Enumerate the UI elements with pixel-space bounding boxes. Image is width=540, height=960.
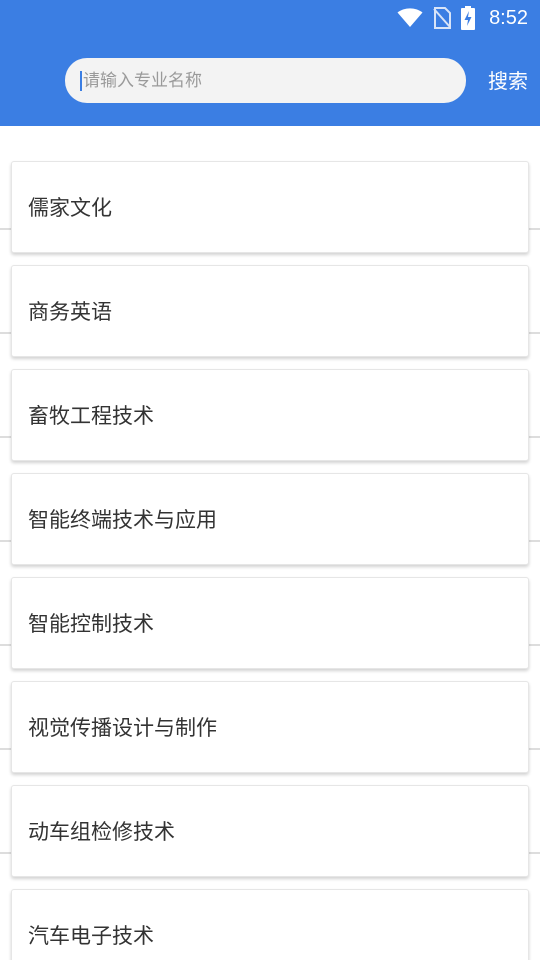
search-input[interactable] [83,60,443,101]
major-name: 智能控制技术 [28,612,154,636]
major-name: 视觉传播设计与制作 [28,716,217,740]
list-row: 动车组检修技术 [0,750,540,877]
list-row: 视觉传播设计与制作 [0,646,540,773]
no-sim-icon [433,7,452,29]
status-icons: 8:52 [397,5,528,31]
major-name: 动车组检修技术 [28,820,175,844]
major-name: 智能终端技术与应用 [28,508,217,532]
search-box[interactable] [65,58,466,103]
list-row: 汽车电子技术 [0,854,540,960]
battery-charging-icon [461,6,476,30]
major-name: 商务英语 [28,300,112,324]
list-row: 畜牧工程技术 [0,334,540,461]
list-row: 儒家文化 [0,126,540,253]
search-button[interactable]: 搜索 [488,64,528,98]
text-cursor [80,70,82,91]
wifi-icon [397,8,423,27]
list-row: 智能终端技术与应用 [0,438,540,565]
major-name: 畜牧工程技术 [28,404,154,428]
list-row: 商务英语 [0,230,540,357]
status-time: 8:52 [489,7,528,29]
major-card[interactable]: 汽车电子技术 [11,889,529,960]
major-name: 汽车电子技术 [28,924,154,948]
major-name: 儒家文化 [28,196,112,220]
status-bar: 8:52 [0,0,540,36]
list-row: 智能控制技术 [0,542,540,669]
app-header: 8:52 搜索 [0,0,540,126]
